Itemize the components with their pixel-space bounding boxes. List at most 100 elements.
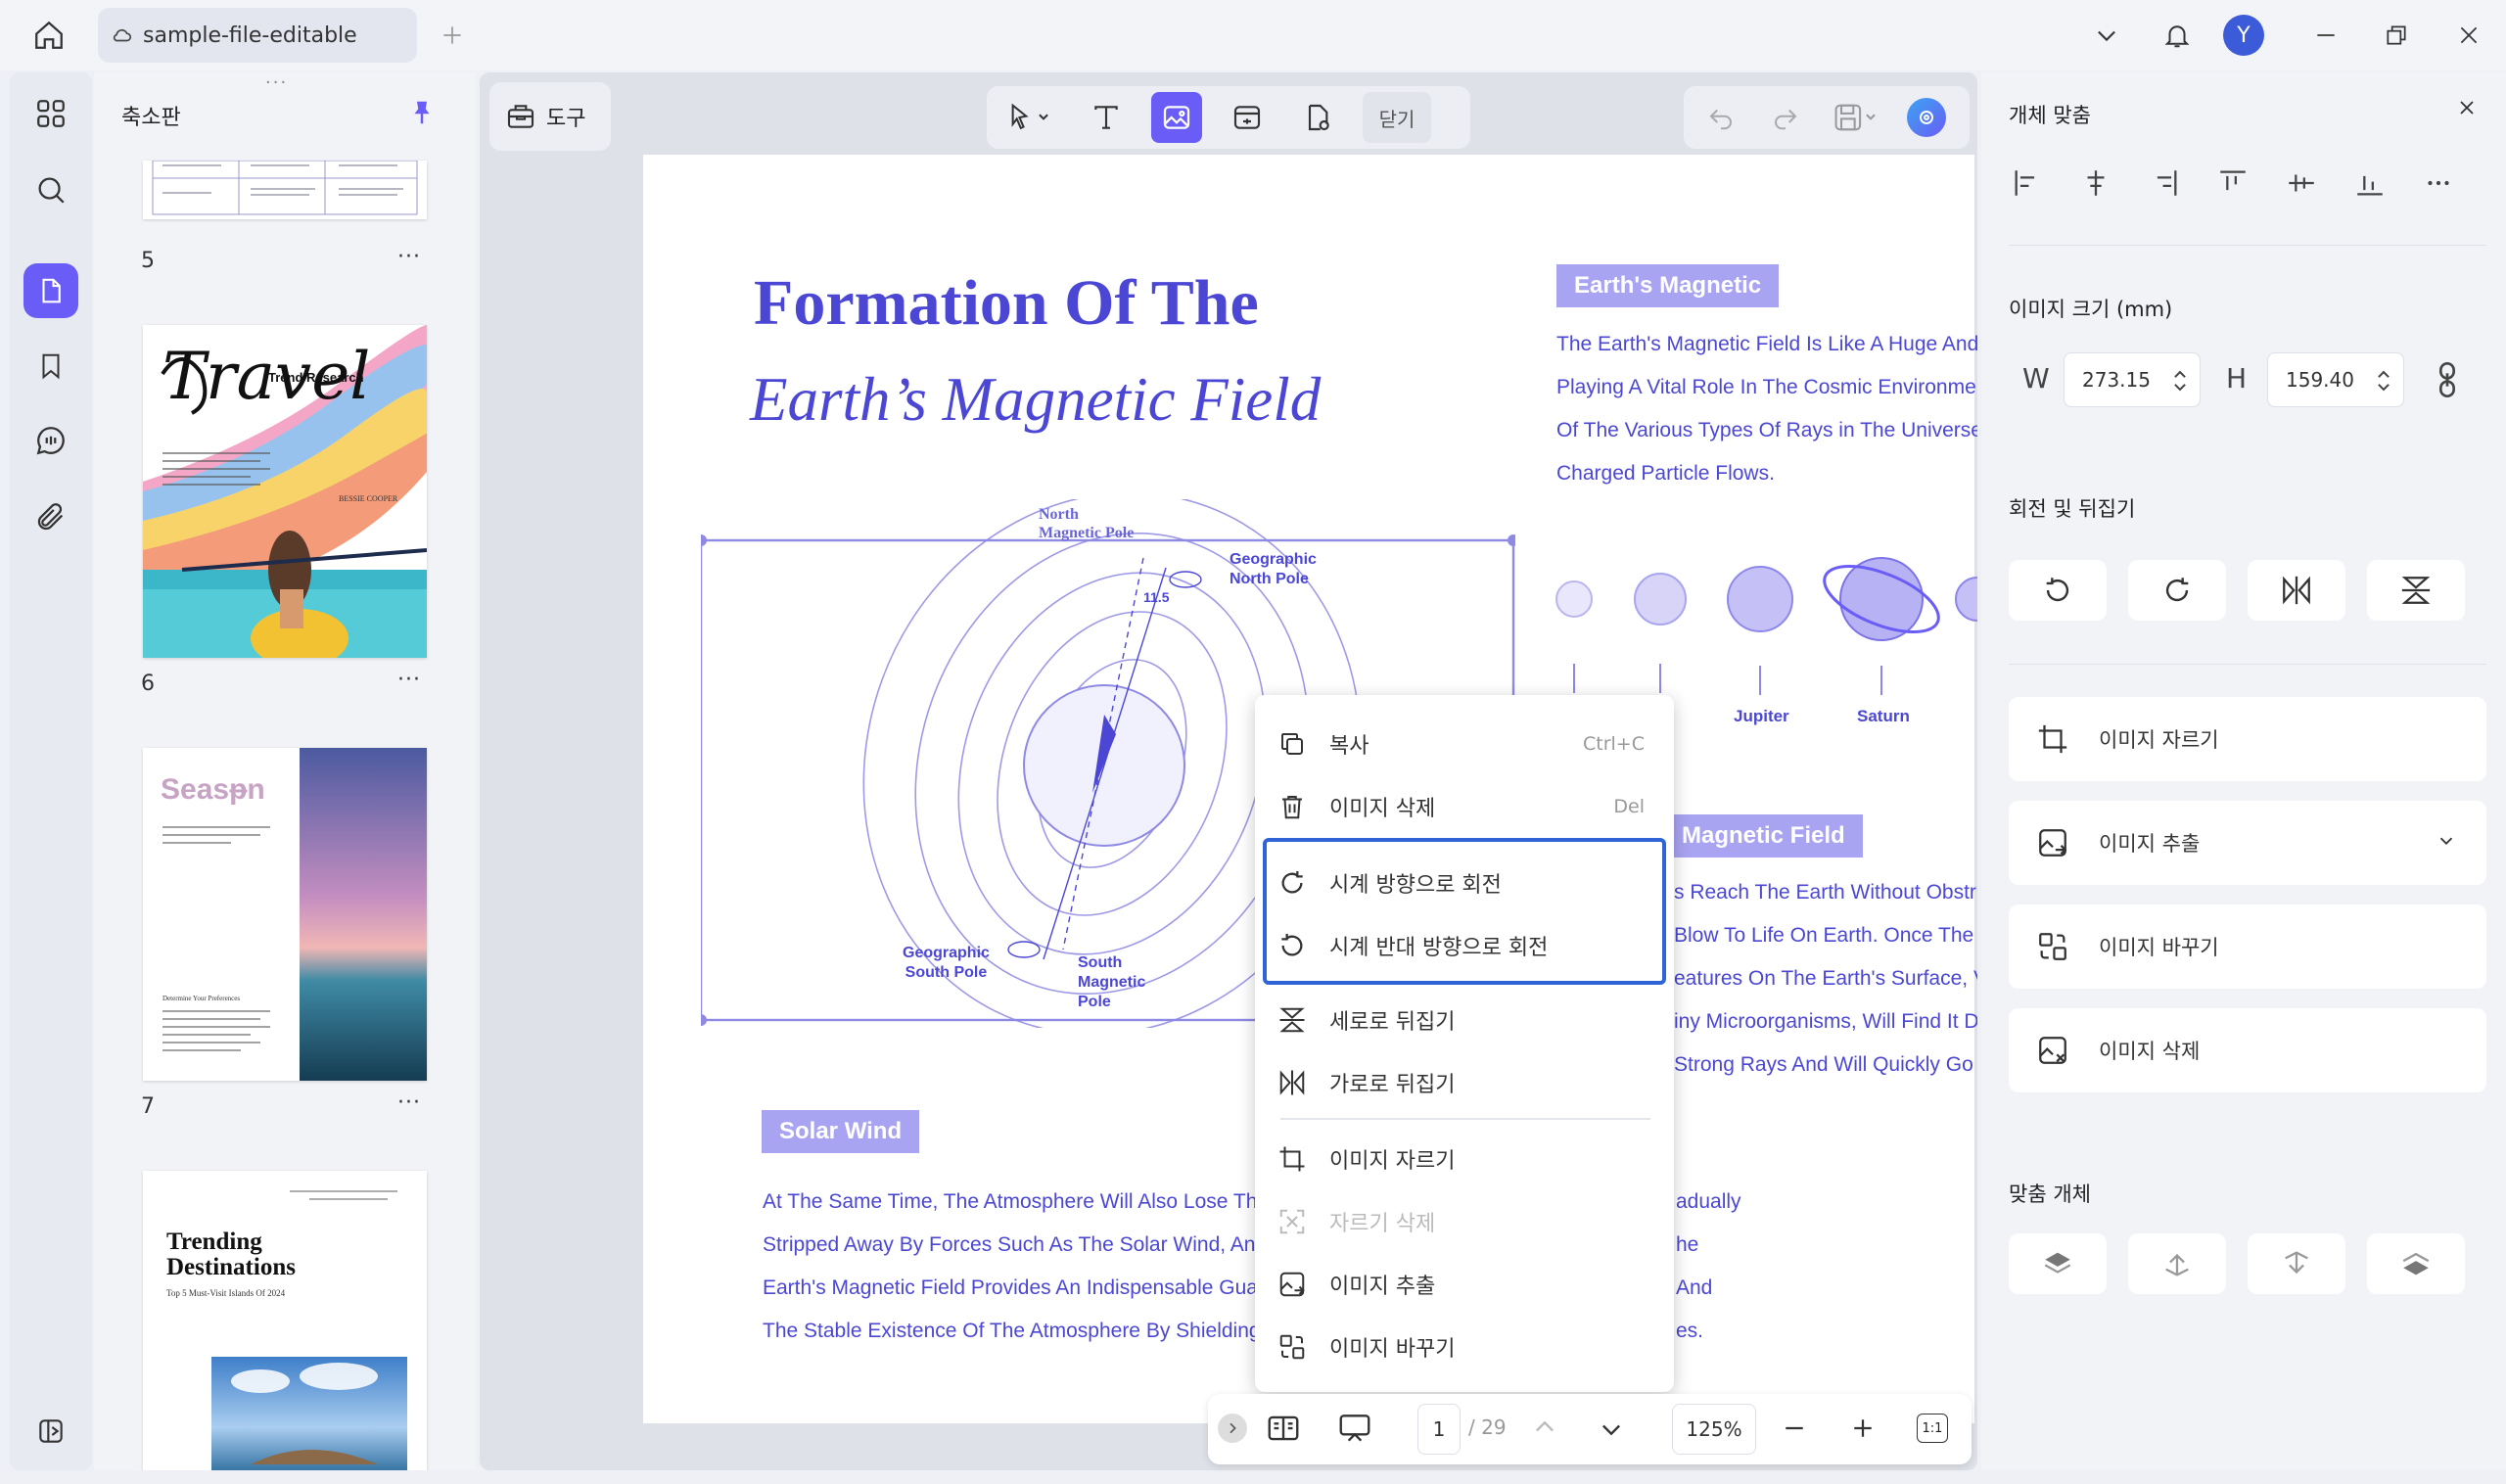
planet-label-jupiter: Jupiter — [1734, 707, 1789, 725]
menu-item-label: 이미지 삭제 — [1329, 797, 1436, 821]
link-tool-button[interactable] — [1222, 92, 1273, 143]
svg-text:Determine Your Preferences: Determine Your Preferences — [162, 995, 240, 1002]
menu-item-rotate-counterclockwise[interactable]: 시계 반대 방향으로 회전 — [1275, 918, 1656, 973]
extract-image-button[interactable]: 이미지 추출 — [2009, 801, 2486, 885]
image-tool-button[interactable] — [1151, 92, 1202, 143]
thumbnail-page-7[interactable]: Seasᵽn Determine Your Preferences — [143, 748, 427, 1081]
flip-vertical-button[interactable] — [2367, 560, 2465, 621]
menu-item-flip-vertical[interactable]: 세로로 뒤집기 — [1275, 993, 1656, 1047]
thumbnail-page-6[interactable]: Travel Trend Research BESSIE COOPER — [143, 325, 427, 658]
align-left-icon[interactable] — [2011, 166, 2044, 200]
send-to-back-button[interactable] — [2367, 1233, 2465, 1294]
flip-vertical-icon — [2399, 574, 2433, 607]
search-icon[interactable] — [31, 170, 70, 209]
select-tool-button[interactable] — [997, 92, 1061, 143]
undo-icon[interactable] — [1695, 92, 1746, 143]
ai-assistant-icon[interactable] — [1901, 92, 1952, 143]
action-label: 이미지 삭제 — [2099, 1040, 2201, 1063]
badge-solar-wind: Solar Wind — [762, 1110, 920, 1153]
pin-icon[interactable] — [407, 96, 437, 129]
para3-right-line: he — [1676, 1233, 1699, 1256]
tools-button[interactable]: 도구 — [489, 82, 611, 151]
notification-bell-icon[interactable] — [2156, 14, 2199, 57]
width-stepper-icon[interactable] — [2172, 367, 2188, 394]
width-input[interactable]: 273.15 — [2064, 352, 2201, 407]
align-center-horizontal-icon[interactable] — [2079, 166, 2112, 200]
menu-item-delete-image[interactable]: 이미지 삭제 Del — [1275, 779, 1656, 834]
menu-item-flip-horizontal[interactable]: 가로로 뒤집기 — [1275, 1055, 1656, 1110]
page-6-more-button[interactable]: ··· — [397, 668, 421, 692]
doc-title-line1: Formation Of The — [754, 267, 1259, 339]
chevron-down-icon[interactable] — [2085, 14, 2128, 57]
redo-icon[interactable] — [1760, 92, 1811, 143]
menu-item-rotate-clockwise[interactable]: 시계 방향으로 회전 — [1275, 856, 1656, 910]
bring-forward-button[interactable] — [2128, 1233, 2226, 1294]
height-stepper-icon[interactable] — [2376, 367, 2391, 394]
attachment-icon[interactable] — [31, 497, 70, 536]
page-number-input[interactable]: 1 — [1417, 1404, 1461, 1455]
zoom-in-icon[interactable] — [1848, 1414, 1878, 1443]
close-window-icon[interactable] — [2447, 14, 2490, 57]
comment-icon[interactable] — [31, 421, 70, 460]
bookmark-icon[interactable] — [31, 347, 70, 386]
rotate-left-button[interactable] — [2009, 560, 2107, 621]
zoom-level[interactable]: 125% — [1672, 1404, 1756, 1455]
delete-image-button[interactable]: 이미지 삭제 — [2009, 1008, 2486, 1092]
drag-handle[interactable]: ··· — [265, 72, 304, 93]
avatar[interactable]: Y — [2222, 14, 2265, 57]
align-right-icon[interactable] — [2148, 166, 2181, 200]
text-tool-button[interactable] — [1081, 92, 1132, 143]
align-top-icon[interactable] — [2216, 166, 2250, 200]
sidebar-toggle-icon[interactable] — [31, 1412, 70, 1451]
lock-ratio-icon[interactable] — [2432, 360, 2463, 399]
rotate-right-button[interactable] — [2128, 560, 2226, 621]
thumbnail-page-8[interactable]: Trending Destinations Top 5 Must-Visit I… — [143, 1171, 427, 1470]
align-bottom-icon[interactable] — [2353, 166, 2387, 200]
menu-item-copy[interactable]: 복사 Ctrl+C — [1275, 717, 1656, 771]
save-icon[interactable] — [1825, 92, 1887, 143]
flip-horizontal-button[interactable] — [2248, 560, 2345, 621]
page-7-more-button[interactable]: ··· — [397, 1090, 421, 1115]
menu-item-extract-image[interactable]: 이미지 추출 — [1275, 1257, 1656, 1312]
close-edit-button[interactable]: 닫기 — [1363, 92, 1431, 143]
para1: The Earth's Magnetic Field Is Like A Hug… — [1556, 323, 1977, 495]
apps-grid-icon[interactable] — [31, 94, 70, 133]
thumbnails-icon[interactable] — [31, 271, 70, 310]
bring-to-front-button[interactable] — [2009, 1233, 2107, 1294]
expand-icon[interactable] — [1218, 1414, 1247, 1443]
watermark-tool-button[interactable] — [1292, 92, 1343, 143]
shortcut-label: Ctrl+C — [1583, 733, 1645, 755]
presentation-icon[interactable] — [1335, 1410, 1374, 1447]
new-tab-icon[interactable] — [431, 14, 474, 57]
zoom-out-icon[interactable] — [1780, 1414, 1809, 1443]
replace-image-button[interactable]: 이미지 바꾸기 — [2009, 904, 2486, 989]
more-options-icon[interactable] — [2422, 166, 2455, 200]
page-5-more-button[interactable]: ··· — [397, 245, 421, 269]
action-label: 이미지 자르기 — [2099, 728, 2219, 752]
page-layout-icon[interactable] — [1265, 1410, 1302, 1447]
menu-item-crop-image[interactable]: 이미지 자르기 — [1275, 1132, 1656, 1186]
align-center-vertical-icon[interactable] — [2285, 166, 2318, 200]
home-icon[interactable] — [27, 14, 70, 57]
send-backward-button[interactable] — [2248, 1233, 2345, 1294]
minimize-icon[interactable] — [2304, 14, 2347, 57]
width-value: 273.15 — [2082, 368, 2151, 392]
properties-panel: 개체 맞춤 이미지 크기 (mm) W 273.15 H 159.40 회전 및… — [1981, 72, 2506, 1470]
fit-actual-size-button[interactable]: 1:1 — [1917, 1414, 1948, 1443]
next-page-icon[interactable] — [1598, 1415, 1625, 1443]
diagram-label-angle: 11.5 — [1143, 589, 1170, 605]
crop-image-button[interactable]: 이미지 자르기 — [2009, 697, 2486, 781]
thumbnail-page-5[interactable] — [143, 161, 427, 219]
diagram-label-south-magnetic: South Magnetic Pole — [1078, 953, 1145, 1012]
menu-item-replace-image[interactable]: 이미지 바꾸기 — [1275, 1320, 1656, 1374]
close-panel-icon[interactable] — [2455, 96, 2479, 119]
width-label: W — [2022, 362, 2050, 394]
chevron-down-icon[interactable] — [2436, 830, 2457, 852]
para2-line: iny Microorganisms, Will Find It D — [1674, 1010, 1977, 1033]
prev-page-icon[interactable] — [1531, 1414, 1558, 1441]
height-input[interactable]: 159.40 — [2267, 352, 2404, 407]
bring-forward-icon — [2160, 1247, 2194, 1280]
document-tab[interactable]: sample-file-editable — [98, 8, 417, 63]
restore-icon[interactable] — [2375, 14, 2418, 57]
doc-title-line2: Earth’s Magnetic Field — [750, 365, 1322, 434]
